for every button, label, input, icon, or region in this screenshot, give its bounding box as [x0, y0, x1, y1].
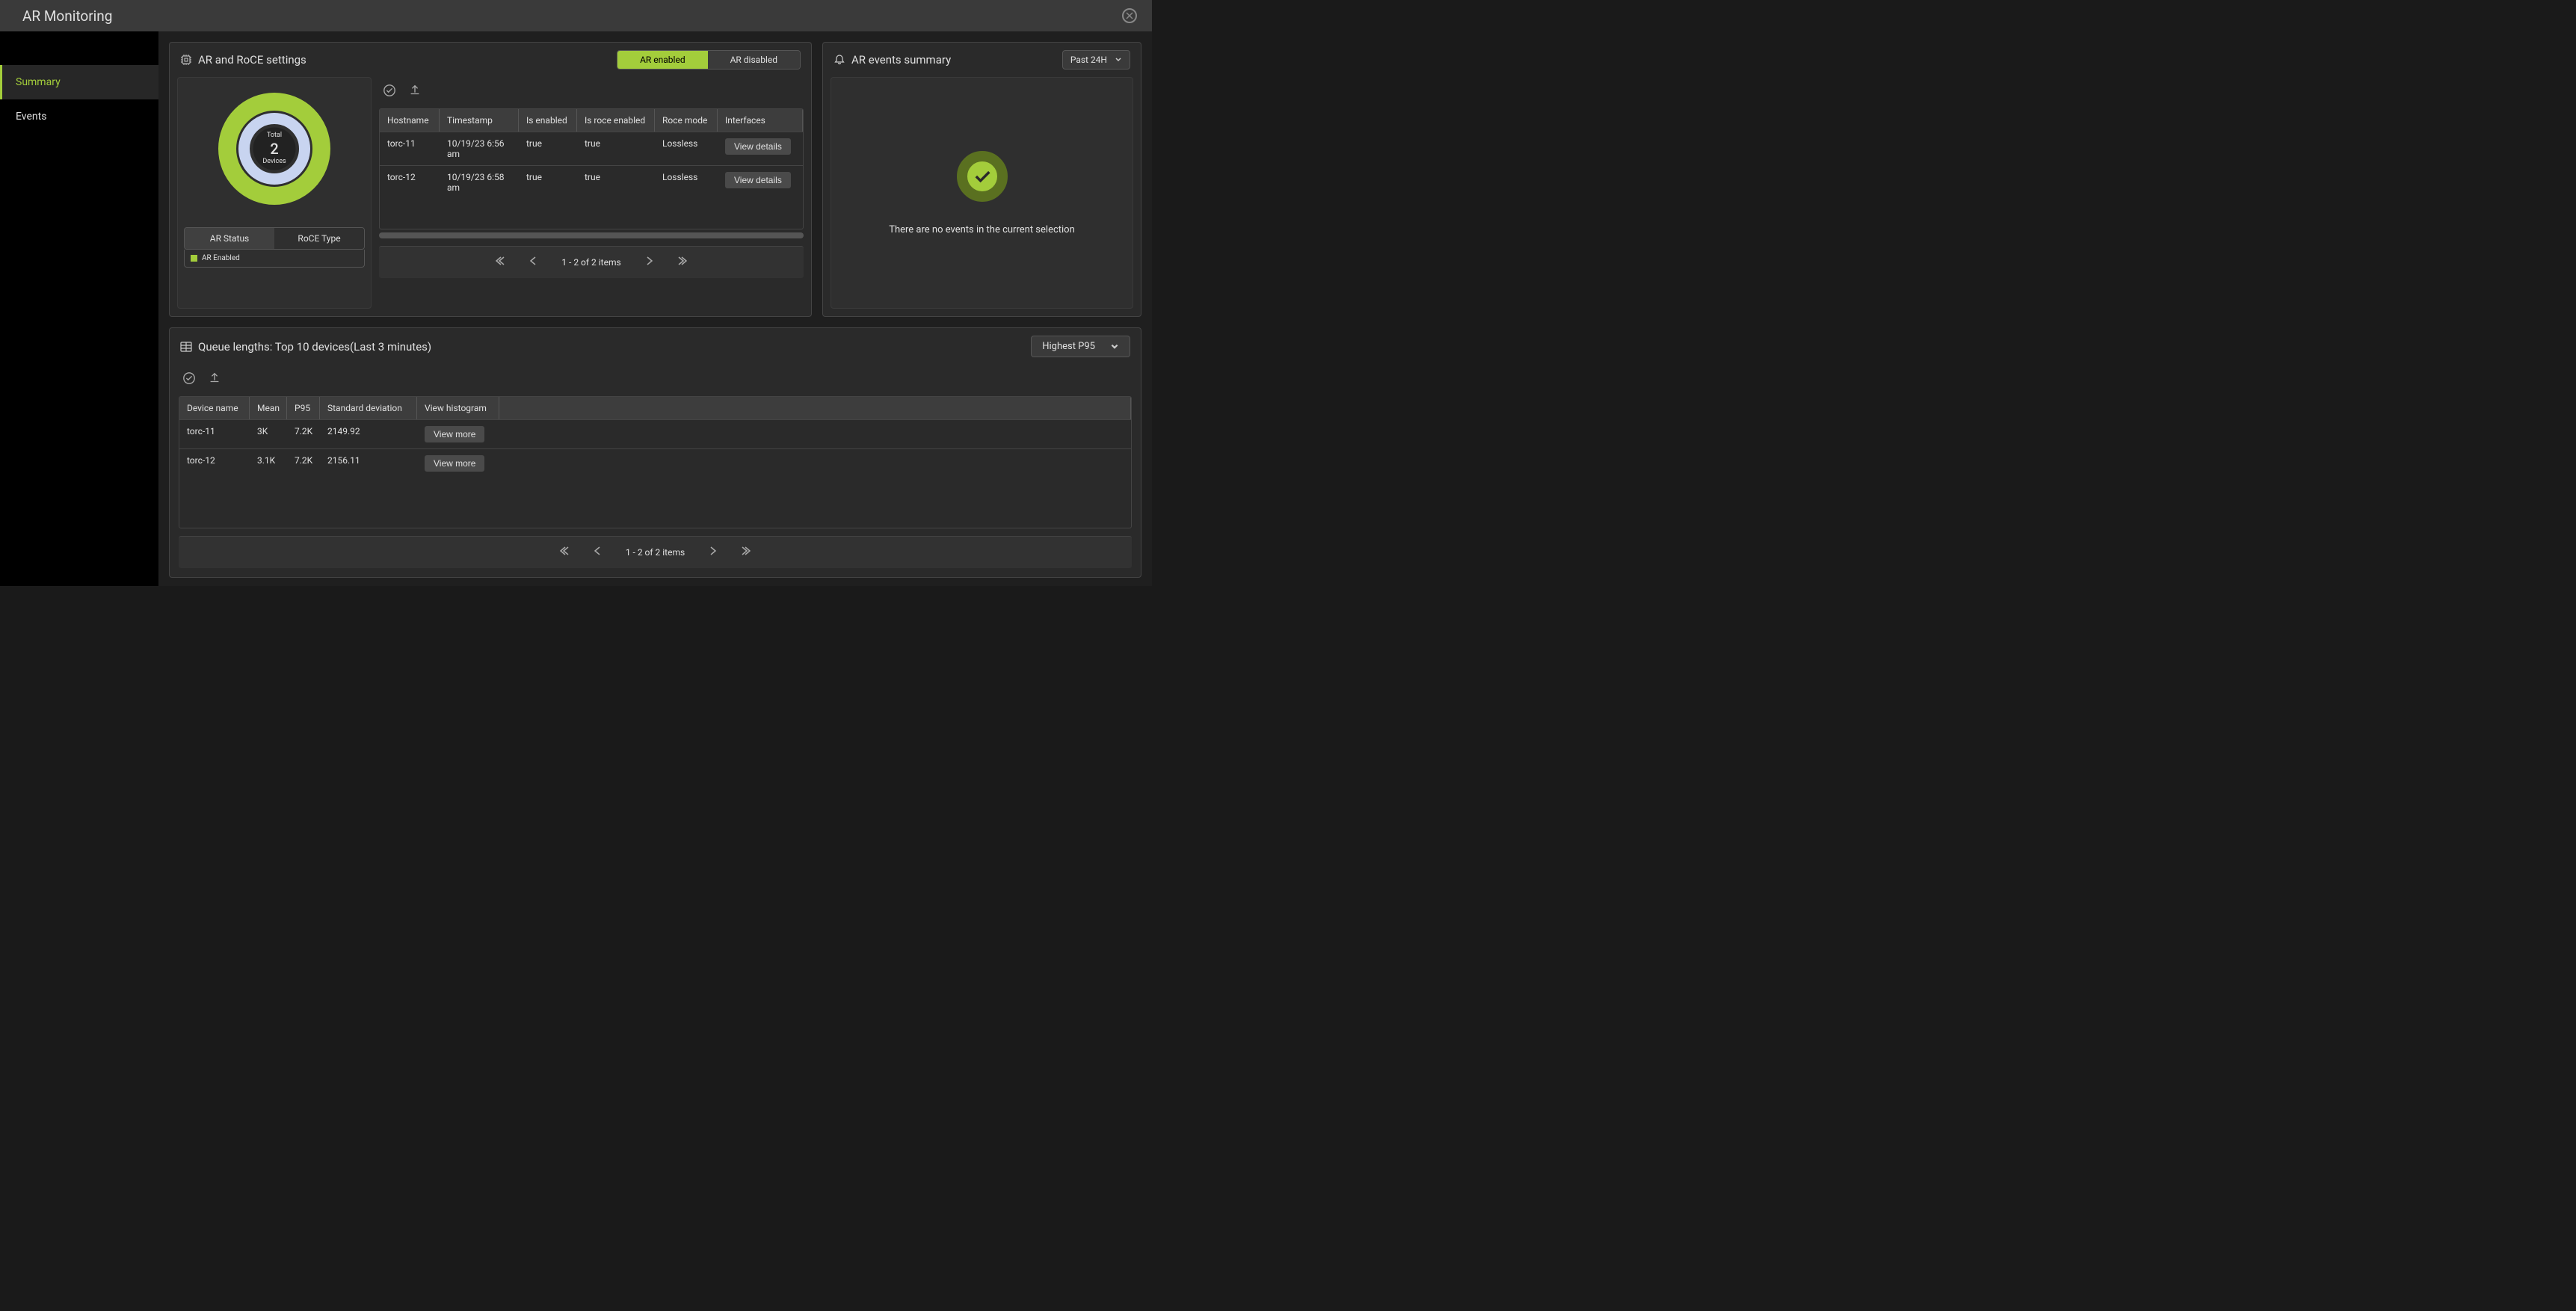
- next-page-button[interactable]: [707, 546, 718, 559]
- last-page-button[interactable]: [740, 546, 751, 559]
- cpu-icon: [180, 54, 192, 66]
- sidebar-item-events[interactable]: Events: [0, 99, 158, 134]
- page-title: AR Monitoring: [22, 7, 112, 25]
- col-enabled[interactable]: Is enabled: [519, 109, 577, 132]
- chevron-down-icon: [1115, 56, 1122, 64]
- view-details-button[interactable]: View details: [725, 172, 791, 188]
- panel-title-text: Queue lengths: Top 10 devices(Last 3 min…: [198, 340, 431, 354]
- sidebar-item-summary[interactable]: Summary: [0, 65, 158, 99]
- col-roce-enabled[interactable]: Is roce enabled: [577, 109, 655, 132]
- ar-pager: 1 - 2 of 2 items: [379, 246, 804, 278]
- col-hostname[interactable]: Hostname: [380, 109, 440, 132]
- sidebar: Summary Events: [0, 31, 158, 586]
- legend: AR Enabled: [184, 250, 365, 268]
- next-page-button[interactable]: [644, 256, 654, 269]
- close-button[interactable]: [1122, 8, 1137, 23]
- legend-label: AR Enabled: [202, 254, 240, 262]
- close-icon: [1126, 12, 1133, 19]
- app-header: AR Monitoring: [0, 0, 1152, 31]
- horizontal-scrollbar[interactable]: [379, 232, 804, 238]
- ar-toggle: AR enabled AR disabled: [617, 50, 801, 70]
- select-all-button[interactable]: [382, 83, 397, 98]
- table-row[interactable]: torc-12 10/19/23 6:58 am true true Lossl…: [380, 165, 803, 199]
- ar-table: Hostname Timestamp Is enabled Is roce en…: [379, 108, 804, 229]
- first-page-button[interactable]: [560, 546, 570, 559]
- success-icon: [957, 151, 1008, 202]
- donut-count: 2: [262, 140, 286, 158]
- col-p95[interactable]: P95: [287, 397, 320, 419]
- chevron-down-icon: [1110, 342, 1119, 351]
- pager-text: 1 - 2 of 2 items: [626, 547, 685, 558]
- legend-swatch: [191, 255, 197, 262]
- events-panel: AR events summary Past 24H There are no …: [822, 42, 1141, 317]
- first-page-button[interactable]: [496, 256, 506, 269]
- view-more-button[interactable]: View more: [425, 426, 484, 442]
- table-row[interactable]: torc-12 3.1K 7.2K 2156.11 View more: [179, 448, 1131, 478]
- table-icon: [180, 341, 192, 353]
- main-content: AR and RoCE settings AR enabled AR disab…: [158, 31, 1152, 586]
- prev-page-button[interactable]: [529, 256, 539, 269]
- export-button[interactable]: [407, 83, 422, 98]
- view-more-button[interactable]: View more: [425, 455, 484, 472]
- tab-ar-status[interactable]: AR Status: [185, 228, 274, 249]
- select-all-button[interactable]: [182, 371, 197, 386]
- ar-roce-panel: AR and RoCE settings AR enabled AR disab…: [169, 42, 812, 317]
- panel-title-text: AR events summary: [851, 53, 951, 67]
- prev-page-button[interactable]: [593, 546, 603, 559]
- export-button[interactable]: [207, 371, 222, 386]
- bell-icon: [833, 54, 845, 66]
- view-details-button[interactable]: View details: [725, 138, 791, 155]
- table-row[interactable]: torc-11 10/19/23 6:56 am true true Lossl…: [380, 132, 803, 165]
- col-interfaces[interactable]: Interfaces: [718, 109, 803, 132]
- col-mean[interactable]: Mean: [250, 397, 287, 419]
- col-stddev[interactable]: Standard deviation: [320, 397, 417, 419]
- events-empty-state: There are no events in the current selec…: [831, 77, 1133, 309]
- ar-disabled-toggle[interactable]: AR disabled: [708, 51, 800, 69]
- last-page-button[interactable]: [677, 256, 687, 269]
- time-range-select[interactable]: Past 24H: [1062, 50, 1130, 70]
- col-roce-mode[interactable]: Roce mode: [655, 109, 718, 132]
- queue-table: Device name Mean P95 Standard deviation …: [179, 396, 1132, 528]
- tab-roce-type[interactable]: RoCE Type: [274, 228, 364, 249]
- donut-total-label: Total: [262, 132, 286, 140]
- queue-pager: 1 - 2 of 2 items: [179, 536, 1132, 568]
- donut-devices-label: Devices: [262, 158, 286, 166]
- empty-message: There are no events in the current selec…: [889, 224, 1075, 235]
- ar-enabled-toggle[interactable]: AR enabled: [617, 51, 708, 69]
- col-histogram[interactable]: View histogram: [417, 397, 499, 419]
- queue-panel: Queue lengths: Top 10 devices(Last 3 min…: [169, 327, 1141, 578]
- table-row[interactable]: torc-11 3K 7.2K 2149.92 View more: [179, 419, 1131, 448]
- pager-text: 1 - 2 of 2 items: [561, 257, 620, 268]
- panel-title-text: AR and RoCE settings: [198, 53, 306, 67]
- donut-card: Total 2 Devices AR Status RoCE Type AR E…: [177, 77, 372, 309]
- col-timestamp[interactable]: Timestamp: [440, 109, 519, 132]
- sort-select[interactable]: Highest P95: [1031, 336, 1130, 357]
- col-device[interactable]: Device name: [179, 397, 250, 419]
- donut-chart: Total 2 Devices: [218, 93, 330, 205]
